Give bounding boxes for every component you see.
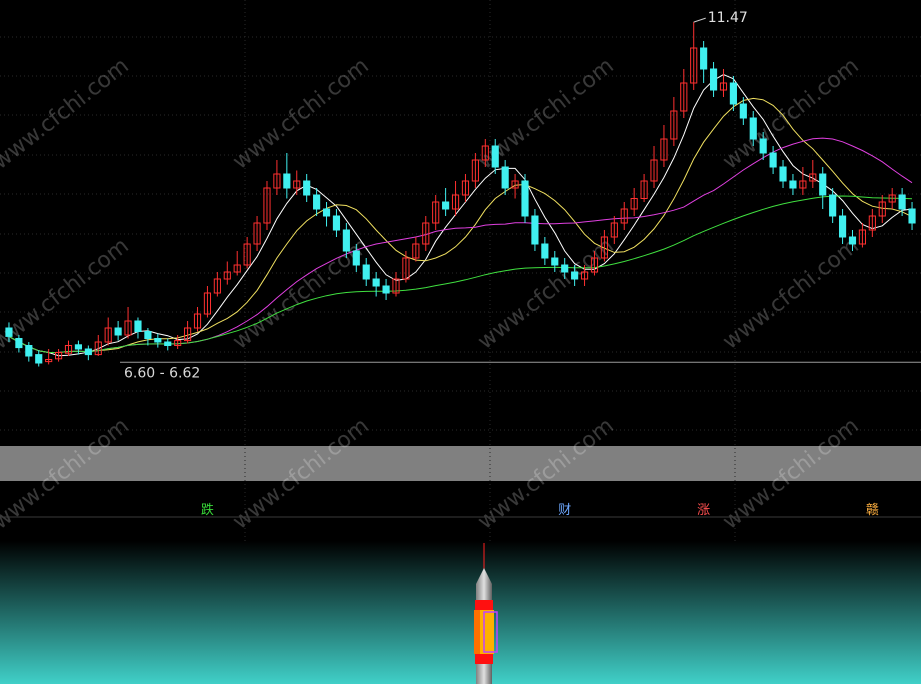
signal-marker: 涨: [697, 503, 710, 518]
candle-body: [114, 327, 122, 336]
candle-body: [134, 320, 142, 332]
high-label: 11.47: [708, 10, 748, 26]
candle-body: [561, 264, 569, 273]
candle-body: [769, 152, 777, 168]
candle-body: [5, 327, 13, 337]
candle-body: [541, 243, 549, 259]
candle-body: [829, 194, 837, 217]
candle-body: [303, 180, 311, 196]
candle-body: [372, 278, 380, 287]
candle-body: [700, 47, 708, 70]
candle-body: [322, 208, 331, 217]
candle-body: [25, 345, 33, 357]
candle-body: [779, 166, 787, 182]
candle-body: [551, 257, 559, 266]
candle-body: [759, 138, 767, 154]
candle-body: [531, 215, 539, 245]
candle-body: [154, 338, 162, 343]
candle-body: [838, 215, 847, 238]
candle-body: [789, 180, 797, 189]
candle-body: [749, 117, 757, 140]
signal-marker: 财: [558, 503, 571, 518]
candle-body: [313, 194, 321, 210]
candle-body: [283, 173, 291, 189]
candle-body: [908, 208, 916, 224]
signal-marker: 赣: [866, 503, 879, 518]
candle-body: [848, 236, 857, 245]
signal-marker: 跌: [201, 502, 214, 518]
candle-body: [571, 271, 579, 280]
candle-body: [84, 348, 92, 356]
candle: [521, 174, 529, 223]
stock-chart: www.cfchi.com www.cfchi.com www.cfchi.com w…: [0, 0, 921, 684]
candle-body: [35, 354, 43, 364]
gradient-panel: [0, 541, 921, 684]
candle-body: [15, 338, 23, 349]
candle-body: [709, 68, 718, 91]
candle-body: [382, 285, 390, 294]
candle-body: [352, 250, 360, 266]
candle-body: [521, 180, 529, 217]
candle-body: [739, 103, 747, 119]
candle-body: [729, 82, 737, 105]
candle-body: [332, 215, 341, 231]
candle-body: [164, 341, 172, 346]
candle-body: [898, 194, 906, 210]
candle-body: [74, 344, 83, 350]
candle-body: [501, 166, 509, 189]
candle-body: [819, 173, 827, 196]
candle-body: [342, 229, 350, 252]
candle-body: [362, 264, 370, 280]
candle-body: [442, 201, 450, 210]
candle-body: [144, 331, 152, 339]
candle-body: [491, 145, 499, 168]
range-label: 6.60 - 6.62: [124, 365, 200, 381]
